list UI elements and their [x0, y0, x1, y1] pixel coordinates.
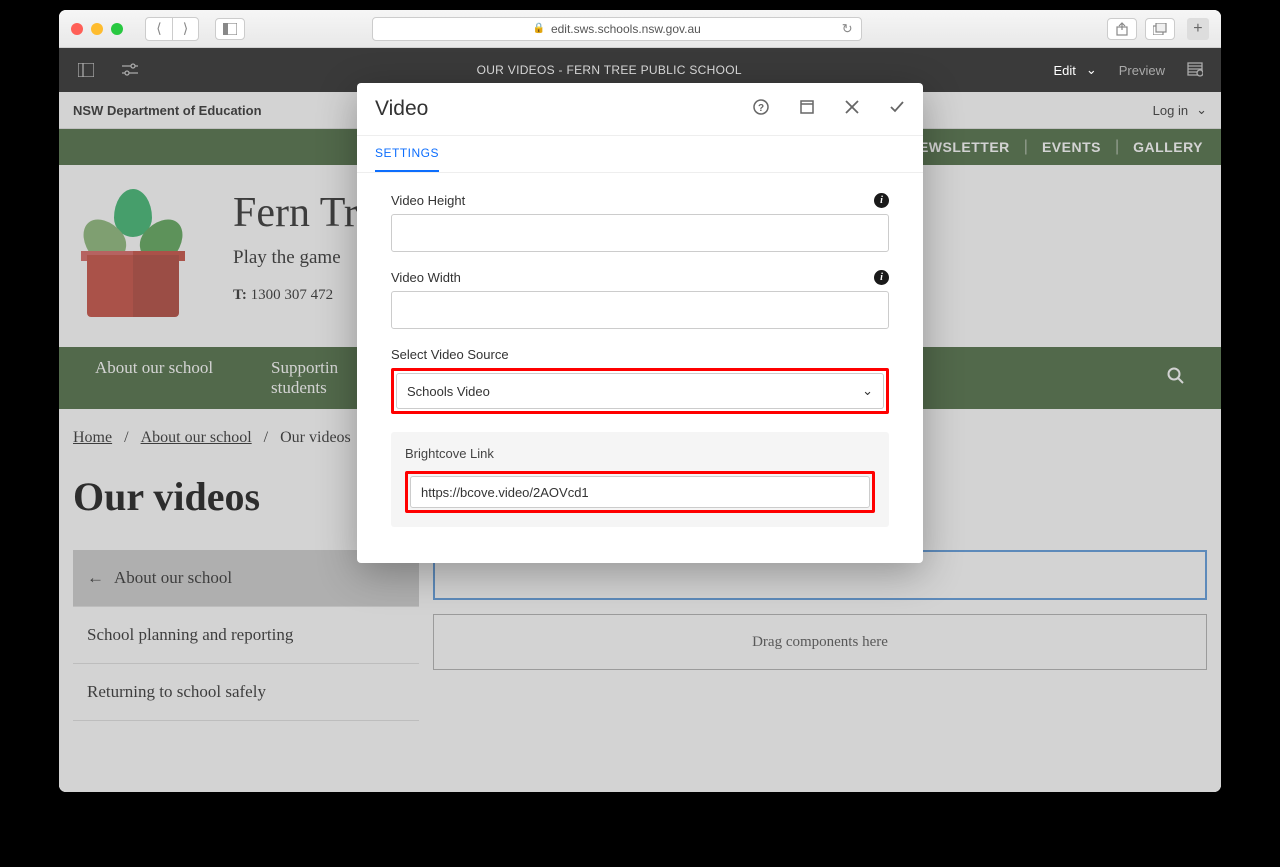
nav-gallery[interactable]: GALLERY [1133, 139, 1203, 155]
nav-newsletter[interactable]: NEWSLETTER [908, 139, 1009, 155]
edit-mode-dropdown[interactable]: Edit ⌄ [1053, 62, 1096, 78]
svg-text:?: ? [758, 103, 764, 114]
login-link[interactable]: Log in ⌄ [1153, 102, 1207, 118]
nav-about-school[interactable]: About our school [95, 358, 213, 399]
url-text: edit.sws.schools.nsw.gov.au [551, 22, 701, 36]
nav-supporting-students[interactable]: Supportin students [271, 358, 338, 399]
video-width-field: Video Width i [391, 270, 889, 329]
chevron-down-icon: ⌄ [1196, 102, 1207, 118]
video-height-input[interactable] [391, 214, 889, 252]
browser-window: ⟨ ⟩ 🔒 edit.sws.schools.nsw.gov.au ↻ + [59, 10, 1221, 792]
modal-tabs: SETTINGS [357, 136, 923, 172]
breadcrumb-current: Our videos [280, 429, 351, 447]
brightcove-section: Brightcove Link [391, 432, 889, 527]
video-source-field: Select Video Source Schools Video ⌄ [391, 347, 889, 414]
arrow-left-icon: ← [87, 568, 104, 588]
close-icon[interactable] [845, 100, 859, 119]
phone-line: T: 1300 307 472 [233, 287, 377, 304]
fullscreen-icon[interactable] [799, 99, 815, 120]
breadcrumb-home[interactable]: Home [73, 429, 112, 447]
video-settings-modal: Video ? SETTINGS [357, 83, 923, 563]
url-bar[interactable]: 🔒 edit.sws.schools.nsw.gov.au ↻ [372, 17, 862, 41]
back-button[interactable]: ⟨ [146, 18, 172, 40]
forward-button[interactable]: ⟩ [172, 18, 198, 40]
video-height-label: Video Height [391, 193, 465, 208]
brightcove-link-input[interactable] [410, 476, 870, 508]
school-name: Fern Tre [233, 189, 377, 237]
close-window-button[interactable] [71, 23, 83, 35]
video-source-label: Select Video Source [391, 347, 509, 362]
tab-settings[interactable]: SETTINGS [375, 136, 439, 172]
sidebar-item-planning[interactable]: School planning and reporting [73, 607, 419, 664]
sidebar-nav: ← About our school School planning and r… [73, 550, 419, 721]
info-icon[interactable]: i [874, 270, 889, 285]
minimize-window-button[interactable] [91, 23, 103, 35]
reload-icon[interactable]: ↻ [842, 21, 853, 37]
new-tab-button[interactable]: + [1187, 18, 1209, 40]
settings-sliders-icon[interactable] [121, 61, 139, 79]
department-label: NSW Department of Education [73, 103, 262, 118]
brightcove-label: Brightcove Link [405, 446, 875, 461]
info-icon[interactable]: i [874, 193, 889, 208]
help-icon[interactable]: ? [753, 99, 769, 120]
nav-events[interactable]: EVENTS [1042, 139, 1101, 155]
school-logo [77, 189, 189, 317]
tabs-button[interactable] [1145, 18, 1175, 40]
video-width-input[interactable] [391, 291, 889, 329]
modal-title: Video [375, 97, 753, 121]
video-source-select[interactable]: Schools Video ⌄ [396, 373, 884, 409]
main-column: Drag components here [433, 550, 1207, 721]
annotation-highlight [405, 471, 875, 513]
nav-buttons: ⟨ ⟩ [145, 17, 199, 41]
cms-page-title: OUR VIDEOS - FERN TREE PUBLIC SCHOOL [165, 63, 1053, 77]
modal-header: Video ? [357, 83, 923, 136]
search-icon[interactable] [1167, 367, 1185, 390]
chevron-down-icon: ⌄ [1086, 62, 1097, 78]
chevron-down-icon: ⌄ [862, 383, 873, 399]
video-height-field: Video Height i [391, 193, 889, 252]
mac-titlebar: ⟨ ⟩ 🔒 edit.sws.schools.nsw.gov.au ↻ + [59, 10, 1221, 48]
header-text: Fern Tre Play the game T: 1300 307 472 [233, 189, 377, 304]
sidebar-toggle-button[interactable] [215, 18, 245, 40]
confirm-icon[interactable] [889, 100, 905, 119]
drop-zone[interactable]: Drag components here [433, 614, 1207, 670]
school-tagline: Play the game [233, 247, 377, 269]
modal-body: Video Height i Video Width i Select Vide… [357, 172, 923, 563]
traffic-lights [71, 23, 123, 35]
lock-icon: 🔒 [533, 23, 545, 34]
video-width-label: Video Width [391, 270, 461, 285]
breadcrumb-about[interactable]: About our school [141, 429, 252, 447]
content-area: ← About our school School planning and r… [59, 550, 1221, 721]
annotation-highlight: Schools Video ⌄ [391, 368, 889, 414]
page-properties-icon[interactable] [1187, 61, 1203, 80]
side-panel-icon[interactable] [77, 61, 95, 79]
maximize-window-button[interactable] [111, 23, 123, 35]
preview-button[interactable]: Preview [1119, 63, 1165, 78]
share-button[interactable] [1107, 18, 1137, 40]
sidebar-item-returning[interactable]: Returning to school safely [73, 664, 419, 721]
